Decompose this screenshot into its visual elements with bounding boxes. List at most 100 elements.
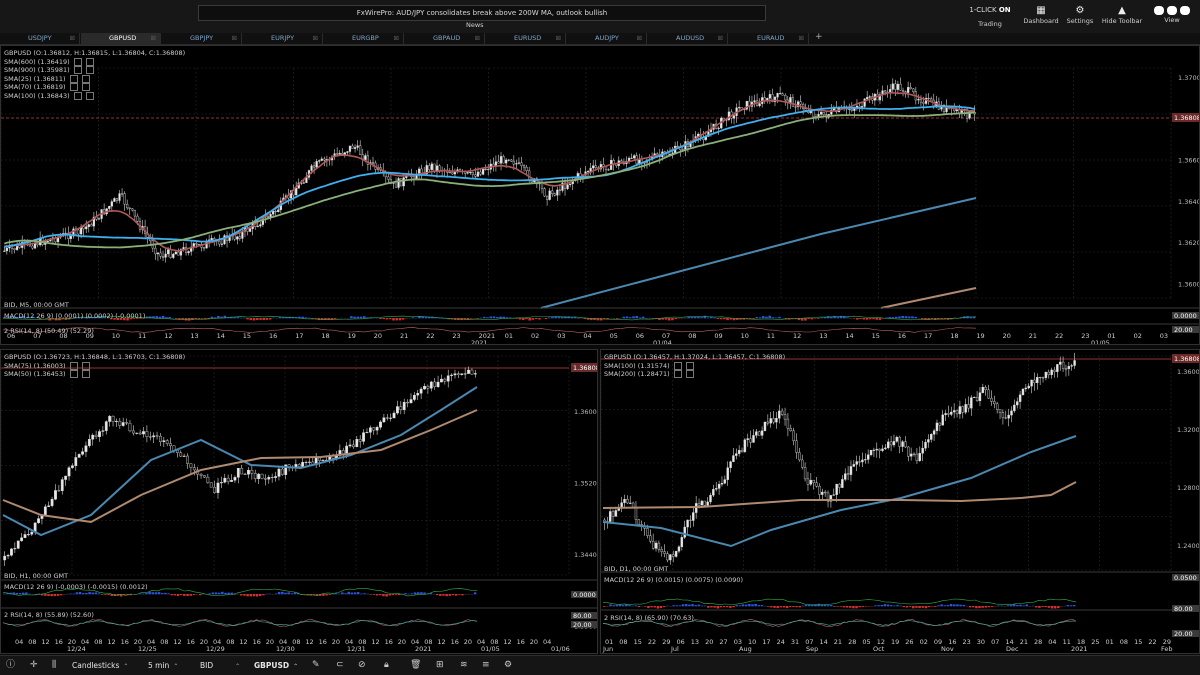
close-tab-icon[interactable]: ⊠ [799, 33, 804, 44]
indicator-close-icon[interactable] [86, 66, 94, 74]
gear-icon[interactable]: ⚙ [504, 659, 512, 672]
macd-bar [795, 606, 798, 607]
indicator-close-icon[interactable] [686, 370, 694, 378]
m5-chart-pane[interactable]: 1.370001.368001.366001.364001.362001.360… [0, 45, 1200, 345]
candle [816, 483, 818, 486]
indicator-close-icon[interactable] [82, 83, 90, 91]
indicators-icon[interactable]: ≡ [482, 659, 490, 672]
symbol-select[interactable]: GBPUSD⌃ [254, 659, 298, 673]
d1-chart-pane[interactable]: 1.360001.320001.280001.240001.368080.050… [600, 349, 1200, 654]
indicator-close-icon[interactable] [86, 58, 94, 66]
tab-label: GBPAUD [433, 34, 460, 42]
trading-label[interactable]: Trading [964, 20, 1016, 28]
candle [546, 196, 548, 200]
candle [652, 541, 654, 548]
indicator-settings-icon[interactable] [74, 58, 82, 66]
macd-bar [193, 594, 196, 595]
interval-select[interactable]: 5 min⌃ [148, 659, 178, 673]
layers-icon[interactable]: ≋ [460, 659, 468, 672]
close-tab-icon[interactable]: ⊠ [313, 33, 318, 44]
indicator-settings-icon[interactable] [674, 370, 682, 378]
indicator-close-icon[interactable] [82, 370, 90, 378]
candle [90, 225, 92, 227]
news-label[interactable]: News [466, 21, 484, 29]
indicator-close-icon[interactable] [86, 92, 94, 100]
indicator-settings-icon[interactable] [70, 83, 78, 91]
candle [249, 229, 251, 232]
macd-bar [237, 594, 240, 595]
candle [126, 204, 128, 208]
tab-usdjpy[interactable]: USDJPY⊠ [0, 33, 80, 44]
candle [701, 501, 703, 505]
close-tab-icon[interactable]: ⊠ [70, 33, 75, 44]
magnet-icon[interactable]: ⊂ [336, 659, 344, 672]
x-tick-label: 12 [239, 638, 247, 646]
indicator-settings-icon[interactable] [70, 75, 78, 83]
indicator-close-icon[interactable] [82, 362, 90, 370]
price-side-select[interactable]: BID⌃ [200, 659, 240, 673]
macd-bar [376, 594, 379, 595]
candle [37, 244, 39, 245]
x-tick-label: 21 [1020, 638, 1028, 646]
macd-bar [159, 317, 162, 319]
tab-audusd[interactable]: AUDUSD⊠ [648, 33, 728, 44]
lock-icon[interactable]: 🔒︎ [384, 659, 389, 672]
indicator-settings-icon[interactable] [70, 370, 78, 378]
tab-eurusd[interactable]: EURUSD⊠ [486, 33, 566, 44]
candle [134, 210, 136, 216]
macd-bar [174, 594, 177, 595]
macd-bar [862, 606, 865, 607]
tab-gbpjpy[interactable]: GBPJPY⊠ [162, 33, 242, 44]
close-tab-icon[interactable]: ⊠ [151, 33, 156, 44]
indicator-settings-icon[interactable] [74, 92, 82, 100]
macd-bar [522, 318, 525, 320]
close-tab-icon[interactable]: ⊠ [637, 33, 642, 44]
close-tab-icon[interactable]: ⊠ [556, 33, 561, 44]
hide-toolbar-button[interactable]: ▲Hide Toolbar [1097, 5, 1147, 25]
candlestick-icon[interactable]: ⫼ [52, 659, 56, 672]
candle [724, 480, 726, 484]
trash-icon[interactable]: 🗑︎ [410, 659, 421, 672]
grid-layout-icon[interactable]: ⊞ [436, 659, 444, 672]
candle [322, 460, 324, 461]
candle [793, 431, 795, 441]
indicator-settings-icon[interactable] [74, 66, 82, 74]
candle [352, 445, 354, 447]
macd-bar [836, 606, 839, 607]
add-tab-button[interactable]: + [815, 32, 823, 42]
indicator-close-icon[interactable] [686, 362, 694, 370]
candle [124, 194, 126, 205]
tab-eurjpy[interactable]: EURJPY⊠ [243, 33, 323, 44]
indicator-close-icon[interactable] [82, 75, 90, 83]
x-tick-label: 22 [648, 638, 656, 646]
one-click-toggle[interactable]: 1-CLICK ON [960, 6, 1020, 14]
close-tab-icon[interactable]: ⊠ [475, 33, 480, 44]
crosshair-icon[interactable]: ✛ [30, 659, 38, 672]
draw-pen-icon[interactable]: ✎ [312, 659, 320, 672]
tab-gbpusd[interactable]: GBPUSD⊠ [81, 33, 161, 44]
indicator-settings-icon[interactable] [70, 362, 78, 370]
candle [609, 511, 611, 521]
news-ticker[interactable]: FxWirePro: AUD/JPY consolidates break ab… [198, 5, 766, 21]
close-tab-icon[interactable]: ⊠ [232, 33, 237, 44]
candle [272, 211, 274, 214]
chart-type-select[interactable]: Candlesticks⌃ [72, 659, 128, 673]
tab-eurgbp[interactable]: EURGBP⊠ [324, 33, 404, 44]
indicator-settings-icon[interactable] [674, 362, 682, 370]
candle [833, 495, 835, 496]
macd-bar [1070, 605, 1073, 606]
info-icon[interactable]: ⓘ [6, 659, 15, 672]
macd-bar [972, 606, 975, 607]
close-tab-icon[interactable]: ⊠ [718, 33, 723, 44]
candle [81, 452, 83, 455]
candle [386, 418, 388, 419]
close-tab-icon[interactable]: ⊠ [394, 33, 399, 44]
h1-chart-pane[interactable]: 1.360001.352001.344001.336001.368080.000… [0, 349, 598, 654]
hide-drawings-icon[interactable]: ⊘ [358, 659, 366, 672]
candle [867, 455, 869, 460]
view-button[interactable]: View [1147, 5, 1197, 24]
candle [738, 450, 740, 453]
tab-euraud[interactable]: EURAUD⊠ [729, 33, 809, 44]
tab-gbpaud[interactable]: GBPAUD ⊠ [405, 33, 485, 44]
tab-audjpy[interactable]: AUDJPY⊠ [567, 33, 647, 44]
